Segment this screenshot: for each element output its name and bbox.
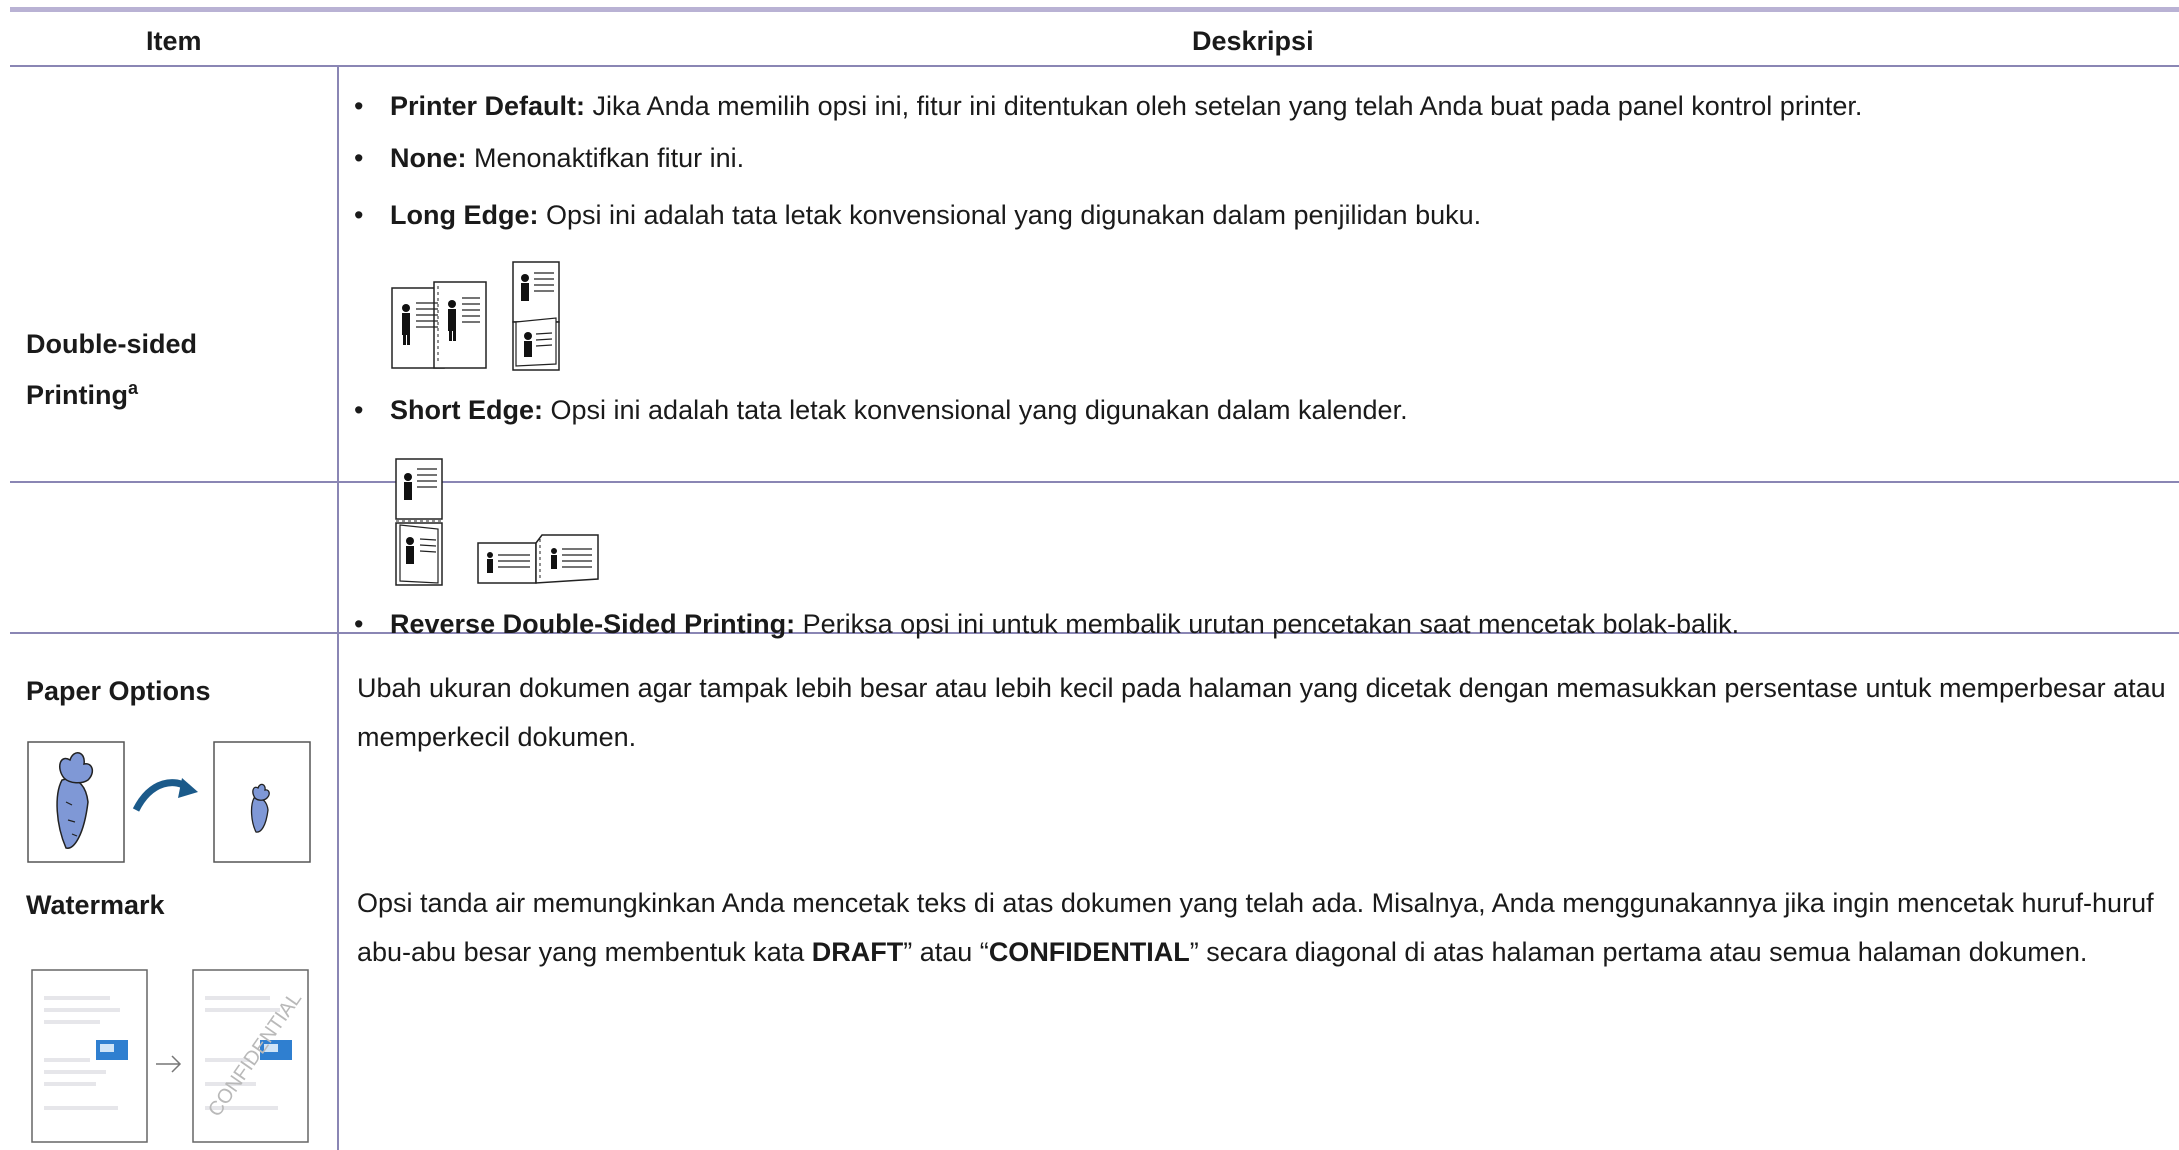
binding-long-edge-icon (391, 261, 560, 371)
footnote-mark: a (128, 378, 139, 398)
row-divider-1 (10, 481, 2179, 483)
option-none: • None: Menonaktifkan fitur ini. (354, 143, 745, 173)
row-label-paper-options: Paper Options (26, 676, 211, 706)
option-short-edge: • Short Edge: Opsi ini adalah tata letak … (354, 395, 1408, 425)
resize-carrot-icon (27, 741, 311, 863)
row-label-watermark: Watermark (26, 890, 165, 920)
manual-page: Item Deskripsi Double-sided Printinga • P… (0, 0, 2179, 1150)
option-printer-default: • Printer Default: Jika Anda memilih opsi… (354, 91, 1863, 121)
header-divider (10, 65, 2179, 67)
watermark-description: Opsi tanda air memungkinkan Anda menceta… (357, 888, 2154, 967)
column-divider (337, 67, 339, 1150)
binding-short-edge-icon (395, 458, 599, 586)
table-top-rule (10, 7, 2179, 12)
paper-options-description: Ubah ukuran dokumen agar tampak lebih be… (357, 673, 2166, 752)
header-item: Item (146, 26, 202, 56)
header-description: Deskripsi (1192, 26, 1314, 56)
watermark-icon: CONFIDENTIAL (31, 969, 309, 1143)
row-label-double-sided: Double-sided Printinga (26, 329, 198, 410)
option-reverse-double-sided: • Reverse Double-Sided Printing: Periksa … (354, 609, 1740, 639)
option-long-edge: • Long Edge: Opsi ini adalah tata letak k… (354, 200, 1482, 230)
